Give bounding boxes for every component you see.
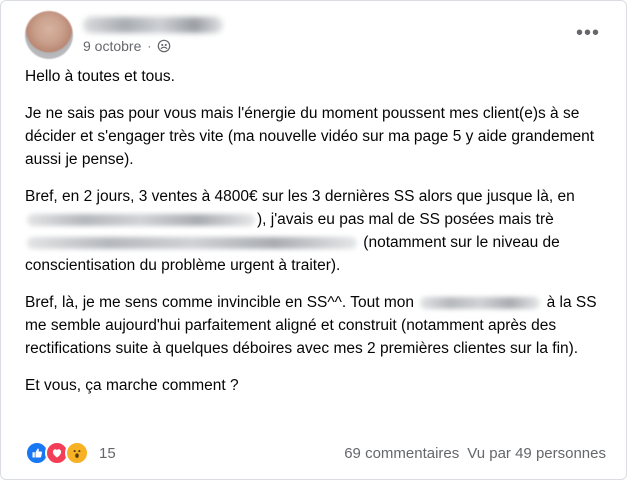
avatar[interactable] (25, 11, 73, 59)
author-name-redacted[interactable] (83, 17, 223, 33)
reactions-summary[interactable]: 15 (25, 441, 116, 465)
paragraph-3-part-a: Bref, en 2 jours, 3 ventes à 4800€ sur l… (25, 188, 575, 205)
post-stats: 69 commentaires Vu par 49 personnes (344, 445, 606, 462)
post-body: Hello à toutes et tous. Je ne sais pas p… (25, 65, 608, 411)
redacted-text (27, 213, 255, 226)
post-header: 9 octobre · ••• (25, 11, 606, 59)
separator: · (147, 39, 152, 53)
paragraph-3-part-b: ), j'avais eu pas mal de SS posées mais … (257, 211, 554, 228)
redacted-text (420, 296, 541, 309)
redacted-text (27, 236, 357, 249)
post-date[interactable]: 9 octobre (83, 38, 141, 54)
wow-icon (65, 441, 89, 465)
paragraph-1: Hello à toutes et tous. (25, 68, 175, 85)
paragraph-3: Bref, en 2 jours, 3 ventes à 4800€ sur l… (25, 185, 608, 277)
paragraph-4-part-a: Bref, là, je me sens comme invincible en… (25, 294, 419, 311)
paragraph-5: Et vous, ça marche comment ? (25, 377, 239, 394)
post-meta: 9 octobre · (83, 37, 171, 55)
paragraph-4: Bref, là, je me sens comme invincible en… (25, 291, 608, 360)
post-footer: 15 69 commentaires Vu par 49 personnes (25, 441, 606, 465)
friends-privacy-icon[interactable] (157, 39, 171, 53)
reaction-count[interactable]: 15 (99, 445, 116, 462)
post-card: 9 octobre · ••• Hello à toutes et tous. … (0, 0, 627, 480)
more-options-icon[interactable]: ••• (570, 19, 606, 47)
views-count[interactable]: Vu par 49 personnes (467, 445, 606, 462)
comments-count[interactable]: 69 commentaires (344, 445, 459, 462)
paragraph-2: Je ne sais pas pour vous mais l'énergie … (25, 105, 595, 168)
